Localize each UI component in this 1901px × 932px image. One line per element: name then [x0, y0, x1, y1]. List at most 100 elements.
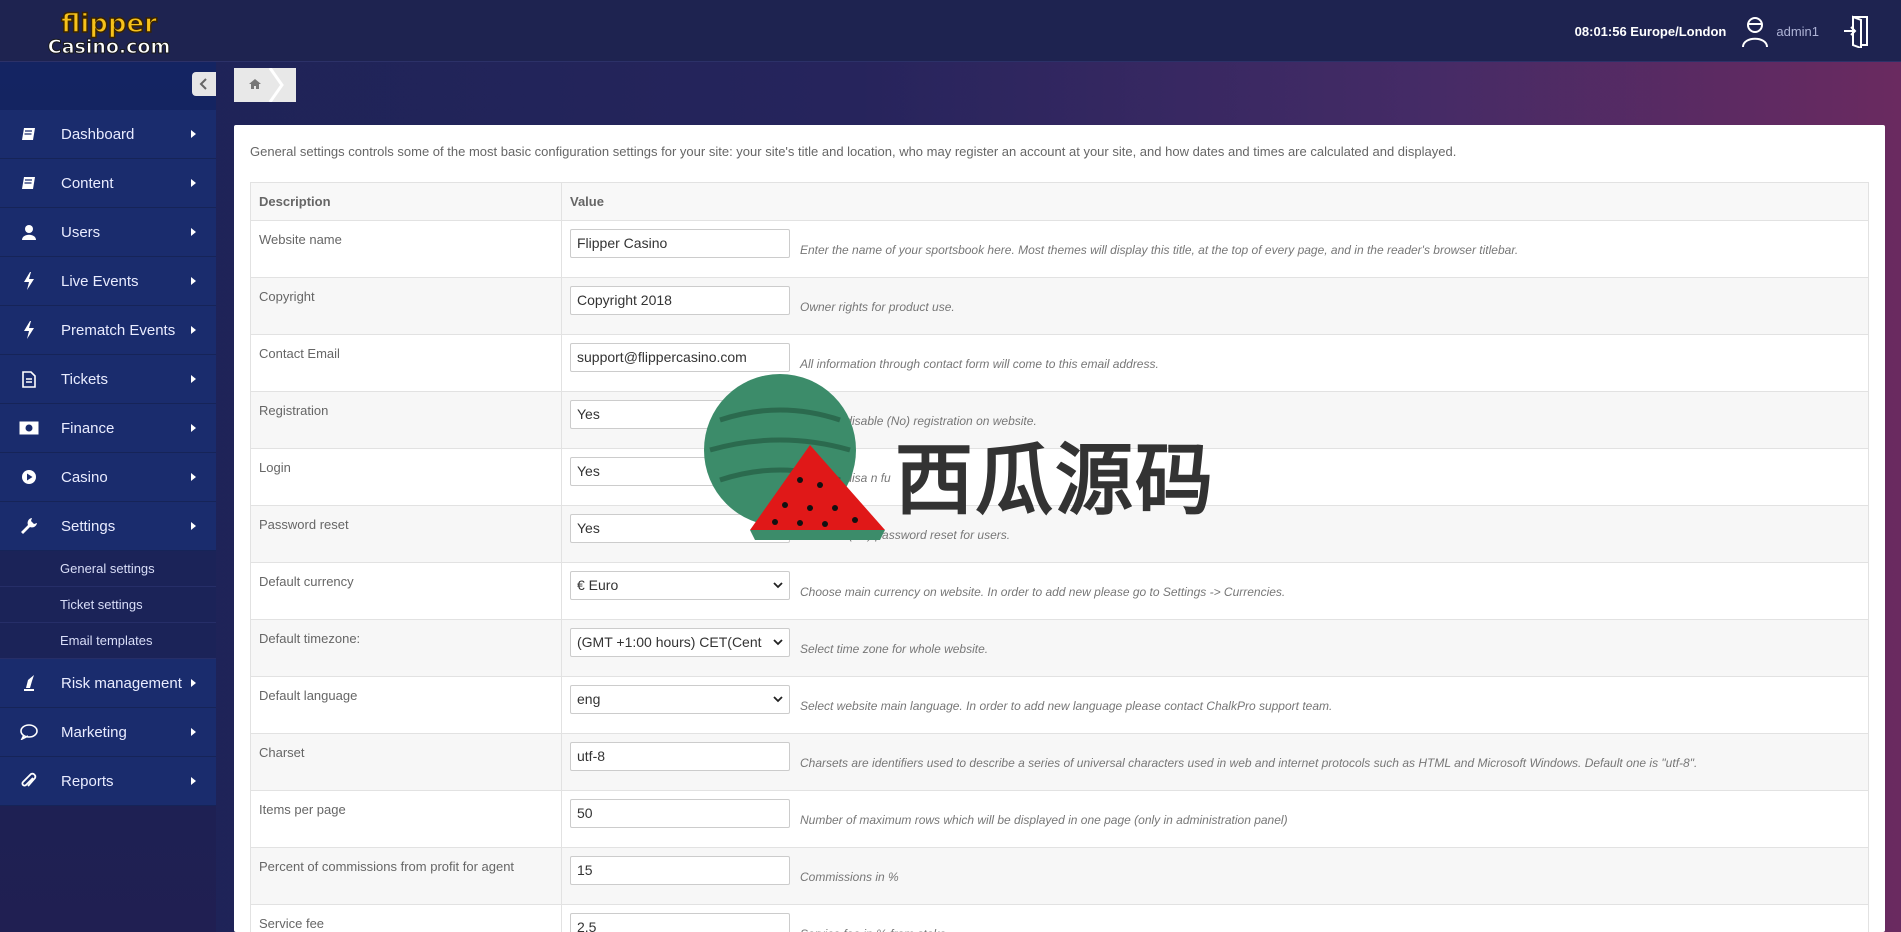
- setting-label: Password reset: [250, 505, 562, 563]
- setting-hint: Choose main currency on website. In orde…: [800, 584, 1286, 599]
- table-row: Charset utf-8 Charsets are identifiers use…: [250, 733, 1869, 791]
- sidebar-item-prematch-events[interactable]: Prematch Events: [0, 306, 216, 355]
- setting-input[interactable]: 2.5: [570, 913, 790, 932]
- setting-hint: Select time zone for whole website.: [800, 641, 989, 656]
- caret-right-icon: [191, 375, 196, 383]
- caret-right-icon: [191, 522, 196, 530]
- column-header-description: Description: [250, 182, 562, 221]
- sidebar-item-label: Finance: [61, 419, 115, 437]
- sidebar-item-label: Tickets: [61, 370, 108, 388]
- caret-right-icon: [191, 326, 196, 334]
- table-row: Copyright Copyright 2018 Owner rights for …: [250, 277, 1869, 335]
- sidebar-item-label: Reports: [61, 772, 114, 790]
- setting-label: Default language: [250, 676, 562, 734]
- setting-input[interactable]: Copyright 2018: [570, 286, 790, 315]
- caret-right-icon: [191, 473, 196, 481]
- file-icon: [16, 369, 42, 389]
- setting-input[interactable]: 15: [570, 856, 790, 885]
- bolt-icon: [16, 320, 42, 340]
- table-row: Registration Yes (Yes) or disable (No) reg…: [250, 391, 1869, 449]
- setting-value-cell: utf-8 Charsets are identifiers used to de…: [561, 733, 1869, 791]
- table-row: Service fee 2.5 Service fee in % from stak…: [250, 904, 1869, 932]
- setting-input[interactable]: utf-8: [570, 742, 790, 771]
- play-circle-icon: [16, 467, 42, 487]
- sidebar-item-content[interactable]: Content: [0, 159, 216, 208]
- header-user-area: 08:01:56 Europe/London admin1: [1575, 0, 1901, 62]
- setting-hint: Service fee in % from stake: [800, 927, 946, 932]
- table-row: Password reset Yes r disable (No) password…: [250, 505, 1869, 563]
- setting-current-value: utf-8: [577, 748, 606, 764]
- sidebar-item-label: Marketing: [61, 723, 127, 741]
- setting-input[interactable]: support@flippercasino.com: [570, 343, 790, 372]
- setting-label: Default currency: [250, 562, 562, 620]
- caret-right-icon: [191, 179, 196, 187]
- setting-label: Login: [250, 448, 562, 506]
- user-avatar-icon[interactable]: [1740, 14, 1770, 48]
- username-link[interactable]: admin1: [1776, 24, 1819, 39]
- setting-select[interactable]: Yes: [570, 514, 790, 543]
- setting-select[interactable]: Yes: [570, 400, 790, 429]
- table-row: Website name Flipper Casino Enter the name…: [250, 220, 1869, 278]
- setting-current-value: eng: [577, 691, 601, 707]
- sidebar-subitem-ticket-settings[interactable]: Ticket settings: [0, 587, 216, 623]
- sidebar-item-reports[interactable]: Reports: [0, 757, 216, 806]
- setting-hint: Charsets are identifiers used to describ…: [800, 755, 1698, 770]
- setting-value-cell: € Euro Choose main currency on website. I…: [561, 562, 1869, 620]
- sidebar-item-settings[interactable]: Settings: [0, 502, 216, 551]
- setting-select[interactable]: eng: [570, 685, 790, 714]
- setting-value-wrap: 15 Commissions in %: [570, 856, 1868, 885]
- top-header: flipper Casino.com 08:01:56 Europe/Londo…: [0, 0, 1901, 62]
- server-clock: 08:01:56 Europe/London: [1574, 23, 1727, 39]
- setting-current-value: 15: [577, 862, 593, 878]
- sidebar-item-users[interactable]: Users: [0, 208, 216, 257]
- setting-value-cell: 50 Number of maximum rows which will be d…: [561, 790, 1869, 848]
- setting-input[interactable]: Flipper Casino: [570, 229, 790, 258]
- caret-right-icon: [191, 130, 196, 138]
- table-row: Items per page 50 Number of maximum rows w…: [250, 790, 1869, 848]
- setting-current-value: support@flippercasino.com: [577, 349, 747, 365]
- sidebar-item-dashboard[interactable]: Dashboard: [0, 110, 216, 159]
- setting-select[interactable]: Yes: [570, 457, 790, 486]
- sidebar-collapse-button[interactable]: [192, 72, 216, 96]
- sidebar-item-live-events[interactable]: Live Events: [0, 257, 216, 306]
- setting-value-wrap: Yes r disable (No) password reset for use…: [570, 514, 1868, 543]
- chevron-down-icon: [773, 696, 783, 703]
- setting-label: Registration: [250, 391, 562, 449]
- setting-value-wrap: (GMT +1:00 hours) CET(Cent Select time zo…: [570, 628, 1868, 657]
- sidebar-subitem-email-templates[interactable]: Email templates: [0, 623, 216, 659]
- setting-select[interactable]: € Euro: [570, 571, 790, 600]
- caret-right-icon: [191, 228, 196, 236]
- sidebar-item-label: Casino: [61, 468, 108, 486]
- chevron-down-icon: [773, 639, 783, 646]
- setting-value-wrap: € Euro Choose main currency on website. I…: [570, 571, 1868, 600]
- setting-current-value: Copyright 2018: [577, 292, 672, 308]
- flipper-casino-logo[interactable]: flipper Casino.com: [36, 8, 182, 56]
- sidebar-item-finance[interactable]: Finance: [0, 404, 216, 453]
- setting-value-wrap: 2.5 Service fee in % from stake: [570, 913, 1868, 932]
- setting-value-cell: 2.5 Service fee in % from stake: [561, 904, 1869, 932]
- setting-label: Percent of commissions from profit for a…: [250, 847, 562, 905]
- sidebar-item-risk-management[interactable]: Risk management: [0, 659, 216, 708]
- sidebar-item-label: Dashboard: [61, 125, 135, 143]
- sidebar-item-casino[interactable]: Casino: [0, 453, 216, 502]
- sidebar-item-tickets[interactable]: Tickets: [0, 355, 216, 404]
- general-settings-panel: General settings controls some of the mo…: [234, 125, 1885, 932]
- table-row: Default language eng Select website main l…: [250, 676, 1869, 734]
- table-header-row: Description Value: [250, 182, 1869, 221]
- setting-current-value: Yes: [577, 406, 600, 422]
- home-icon[interactable]: [248, 78, 262, 90]
- caret-right-icon: [191, 277, 196, 285]
- setting-value-cell: eng Select website main language. In orde…: [561, 676, 1869, 734]
- sidebar-item-label: Risk management: [61, 674, 182, 692]
- setting-select[interactable]: (GMT +1:00 hours) CET(Cent: [570, 628, 790, 657]
- chevron-down-icon: [773, 411, 783, 418]
- setting-value-wrap: Yes (Yes) or disa n fu: [570, 457, 1868, 486]
- sidebar-subitem-general-settings[interactable]: General settings: [0, 551, 216, 587]
- caret-right-icon: [191, 424, 196, 432]
- sidebar-item-marketing[interactable]: Marketing: [0, 708, 216, 757]
- setting-current-value: (GMT +1:00 hours) CET(Cent: [577, 634, 762, 650]
- setting-value-wrap: Flipper Casino Enter the name of your spo…: [570, 229, 1868, 258]
- setting-input[interactable]: 50: [570, 799, 790, 828]
- sidebar-item-label: Settings: [61, 517, 116, 535]
- logout-icon[interactable]: [1843, 14, 1871, 48]
